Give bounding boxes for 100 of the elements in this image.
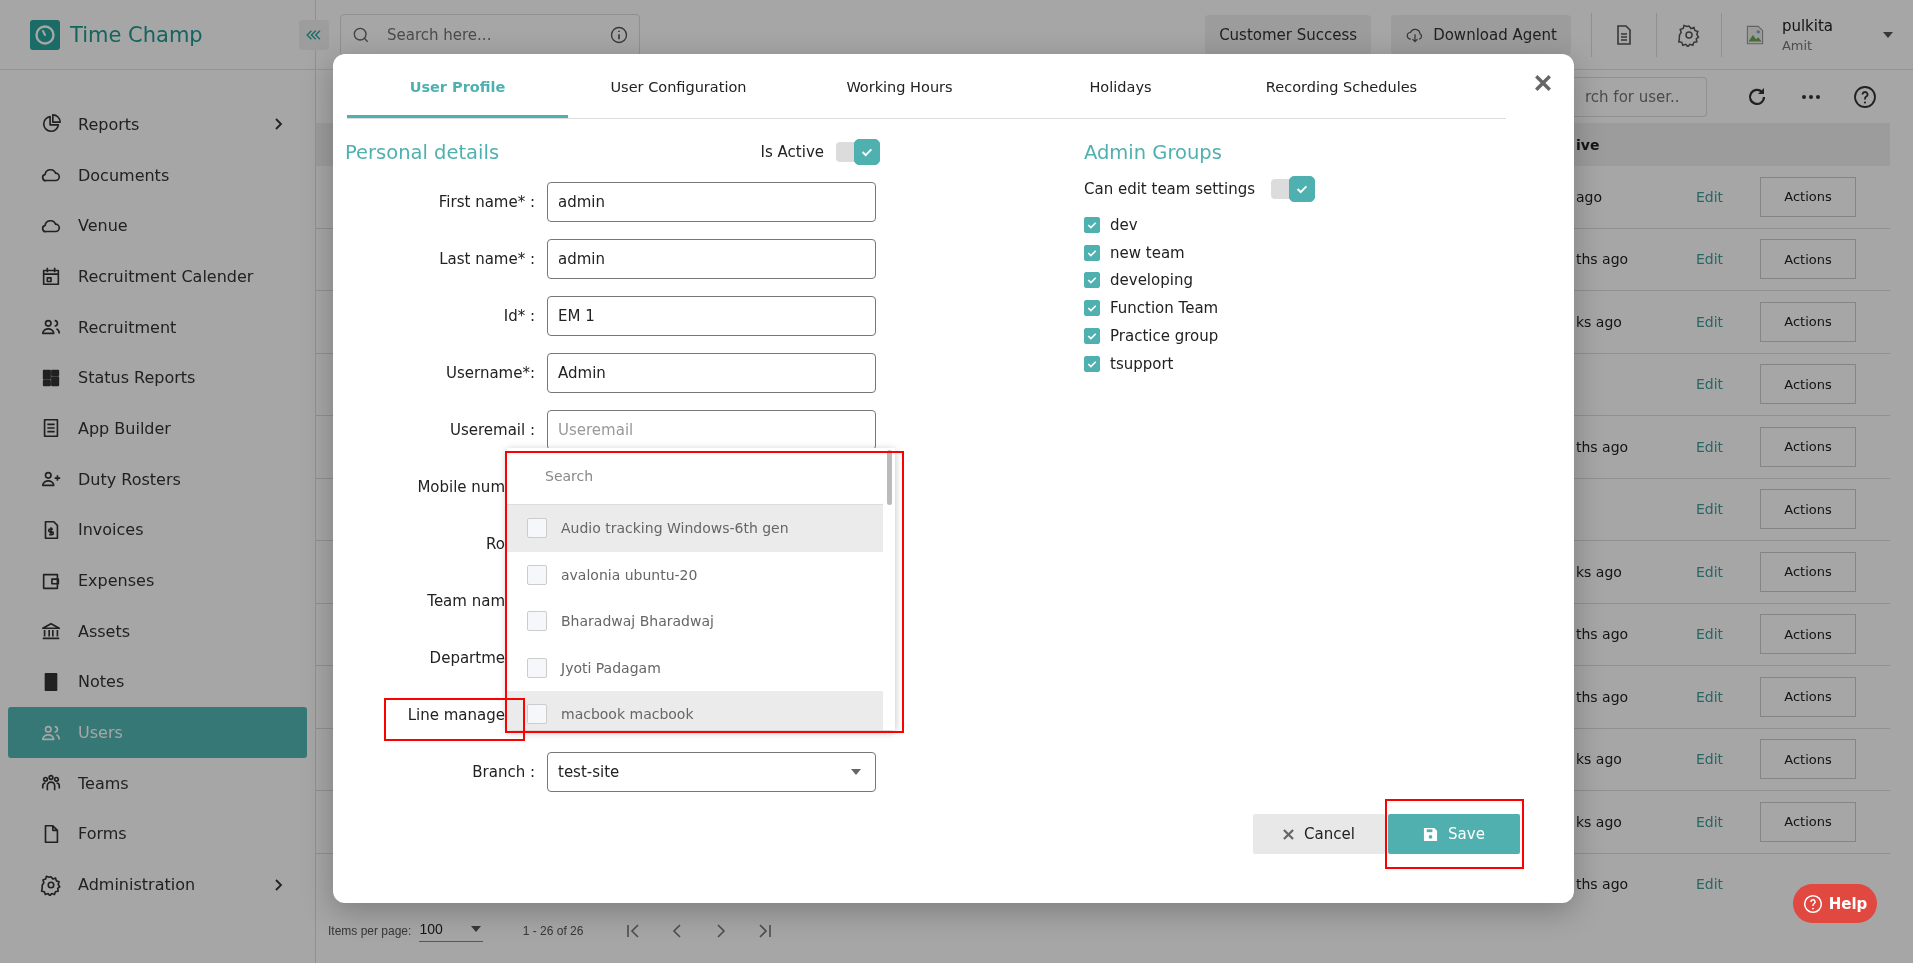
actions-button[interactable]: Actions — [1760, 801, 1856, 842]
section-title: Admin Groups — [1084, 140, 1222, 164]
sidebar-item[interactable]: Administration — [8, 859, 307, 910]
tab[interactable]: Recording Schedules — [1231, 54, 1452, 118]
group-label: dev — [1110, 215, 1138, 234]
items-per-page-label: Items per page: — [328, 923, 412, 938]
dropdown-option[interactable]: Bharadwaj Bharadwaj — [507, 598, 883, 645]
actions-button[interactable]: Actions — [1760, 739, 1856, 780]
page-size-select[interactable]: 100 — [419, 919, 483, 942]
edit-settings-toggle[interactable] — [1271, 179, 1315, 199]
sidebar-item[interactable]: App Builder — [8, 403, 307, 454]
table-cell: ths ago — [1576, 251, 1629, 268]
branch-select[interactable]: test-site — [547, 752, 876, 792]
info-icon[interactable] — [609, 24, 629, 45]
text-field[interactable]: admin — [547, 239, 876, 279]
table-cell: ks ago — [1576, 751, 1622, 768]
checkbox[interactable] — [527, 657, 547, 678]
settings-icon[interactable] — [1676, 22, 1701, 47]
field-label: Line manage — [407, 706, 505, 724]
text-field[interactable]: Useremail — [547, 410, 876, 450]
sidebar-item[interactable]: Duty Rosters — [8, 453, 307, 505]
help-icon[interactable] — [1853, 84, 1877, 109]
field-label: Id* : — [502, 307, 535, 325]
text-field[interactable]: admin — [547, 182, 876, 222]
checkbox[interactable] — [527, 564, 547, 585]
sidebar-item[interactable]: Venue — [8, 200, 307, 252]
customer-success-button[interactable]: Customer Success — [1205, 14, 1372, 55]
actions-button[interactable]: Actions — [1760, 301, 1856, 342]
collapse-sidebar-button[interactable] — [299, 19, 329, 50]
sidebar-item[interactable]: Assets — [8, 605, 307, 657]
dropdown-option[interactable]: macbook macbook — [507, 691, 883, 730]
page-range: 1 - 26 of 26 — [522, 923, 584, 938]
sidebar-item[interactable]: Recruitment Calender — [8, 251, 307, 302]
group-label: tsupport — [1110, 354, 1174, 373]
actions-button[interactable]: Actions — [1760, 176, 1856, 217]
active-toggle[interactable] — [836, 142, 880, 162]
cancel-button[interactable]: Cancel — [1253, 814, 1385, 854]
actions-button[interactable]: Actions — [1760, 489, 1856, 530]
actions-button[interactable]: Actions — [1760, 364, 1856, 405]
actions-button[interactable]: Actions — [1760, 239, 1856, 280]
close-icon[interactable] — [1534, 74, 1552, 92]
field-label: Useremail : — [448, 421, 535, 439]
sidebar-item[interactable]: Documents — [8, 149, 307, 201]
sidebar-item[interactable]: Expenses — [8, 555, 307, 606]
calendar-icon — [40, 265, 62, 288]
sidebar-item[interactable]: Invoices — [8, 504, 307, 556]
caret-down-icon[interactable] — [1883, 31, 1893, 38]
text-field[interactable]: EM 1 — [547, 296, 876, 336]
group-label: new team — [1110, 243, 1185, 262]
checkbox[interactable] — [527, 611, 547, 632]
actions-button[interactable]: Actions — [1760, 551, 1856, 592]
dropdown-option[interactable]: Jyoti Padagam — [507, 644, 883, 691]
sidebar-item[interactable]: Recruitment — [8, 301, 307, 353]
scrollbar-thumb[interactable] — [887, 450, 892, 505]
field-label: Branch : — [471, 763, 535, 781]
toggle-label: Is Active — [760, 143, 824, 161]
checkbox[interactable] — [1084, 300, 1100, 317]
group-label: developing — [1110, 271, 1193, 290]
actions-button[interactable]: Actions — [1760, 426, 1856, 467]
table-cell: ks ago — [1576, 313, 1622, 330]
sidebar-item[interactable]: Teams — [8, 757, 307, 809]
dropdown-option[interactable]: avalonia ubuntu-20 — [507, 551, 883, 598]
search-input[interactable]: rch for user.. — [1583, 86, 1706, 107]
tab[interactable]: Holidays — [1010, 54, 1231, 118]
caret-down-icon — [470, 926, 481, 932]
checkbox[interactable] — [1084, 355, 1100, 372]
checkbox[interactable] — [1084, 244, 1100, 261]
user-name: pulkita — [1781, 16, 1833, 35]
dropdown-option[interactable]: Audio tracking Windows-6th gen — [507, 505, 883, 552]
table-cell: ths ago — [1576, 688, 1629, 705]
field-label: Mobile num — [417, 478, 505, 496]
sidebar-item[interactable]: Reports — [8, 99, 307, 150]
tab[interactable]: User Configuration — [568, 54, 789, 118]
table-cell: ths ago — [1576, 626, 1629, 643]
toggle-label: Can edit team settings — [1084, 180, 1255, 198]
actions-button[interactable]: Actions — [1760, 614, 1856, 655]
close-icon — [1283, 828, 1295, 840]
group-label: Practice group — [1110, 327, 1219, 346]
sidebar-item[interactable]: Notes — [8, 656, 307, 708]
checkbox[interactable] — [527, 518, 547, 539]
checkbox[interactable] — [1084, 328, 1100, 345]
field-label: Username*: — [444, 364, 535, 382]
help-icon — [1802, 893, 1823, 914]
user-role: Amit — [1781, 37, 1814, 53]
checkbox[interactable] — [1084, 216, 1100, 233]
checkbox[interactable] — [527, 704, 547, 725]
help-button[interactable]: Help — [1793, 884, 1877, 923]
section-title: Personal details — [345, 140, 500, 164]
text-field[interactable]: Admin — [547, 353, 876, 393]
actions-button[interactable]: Actions — [1760, 676, 1856, 717]
search-field[interactable]: Search — [543, 467, 883, 485]
checkbox[interactable] — [1084, 272, 1100, 289]
tab[interactable]: Working Hours — [789, 54, 1010, 118]
logo-icon — [30, 19, 60, 50]
caret-down-icon — [851, 769, 861, 775]
app-logo-text: Time Champ — [70, 22, 203, 47]
download-agent-button[interactable]: Download Agent — [1391, 14, 1571, 55]
sidebar-item[interactable]: Status Reports — [8, 352, 307, 404]
search-input[interactable]: Search here... — [385, 24, 595, 45]
sidebar-item[interactable]: Forms — [8, 808, 307, 860]
